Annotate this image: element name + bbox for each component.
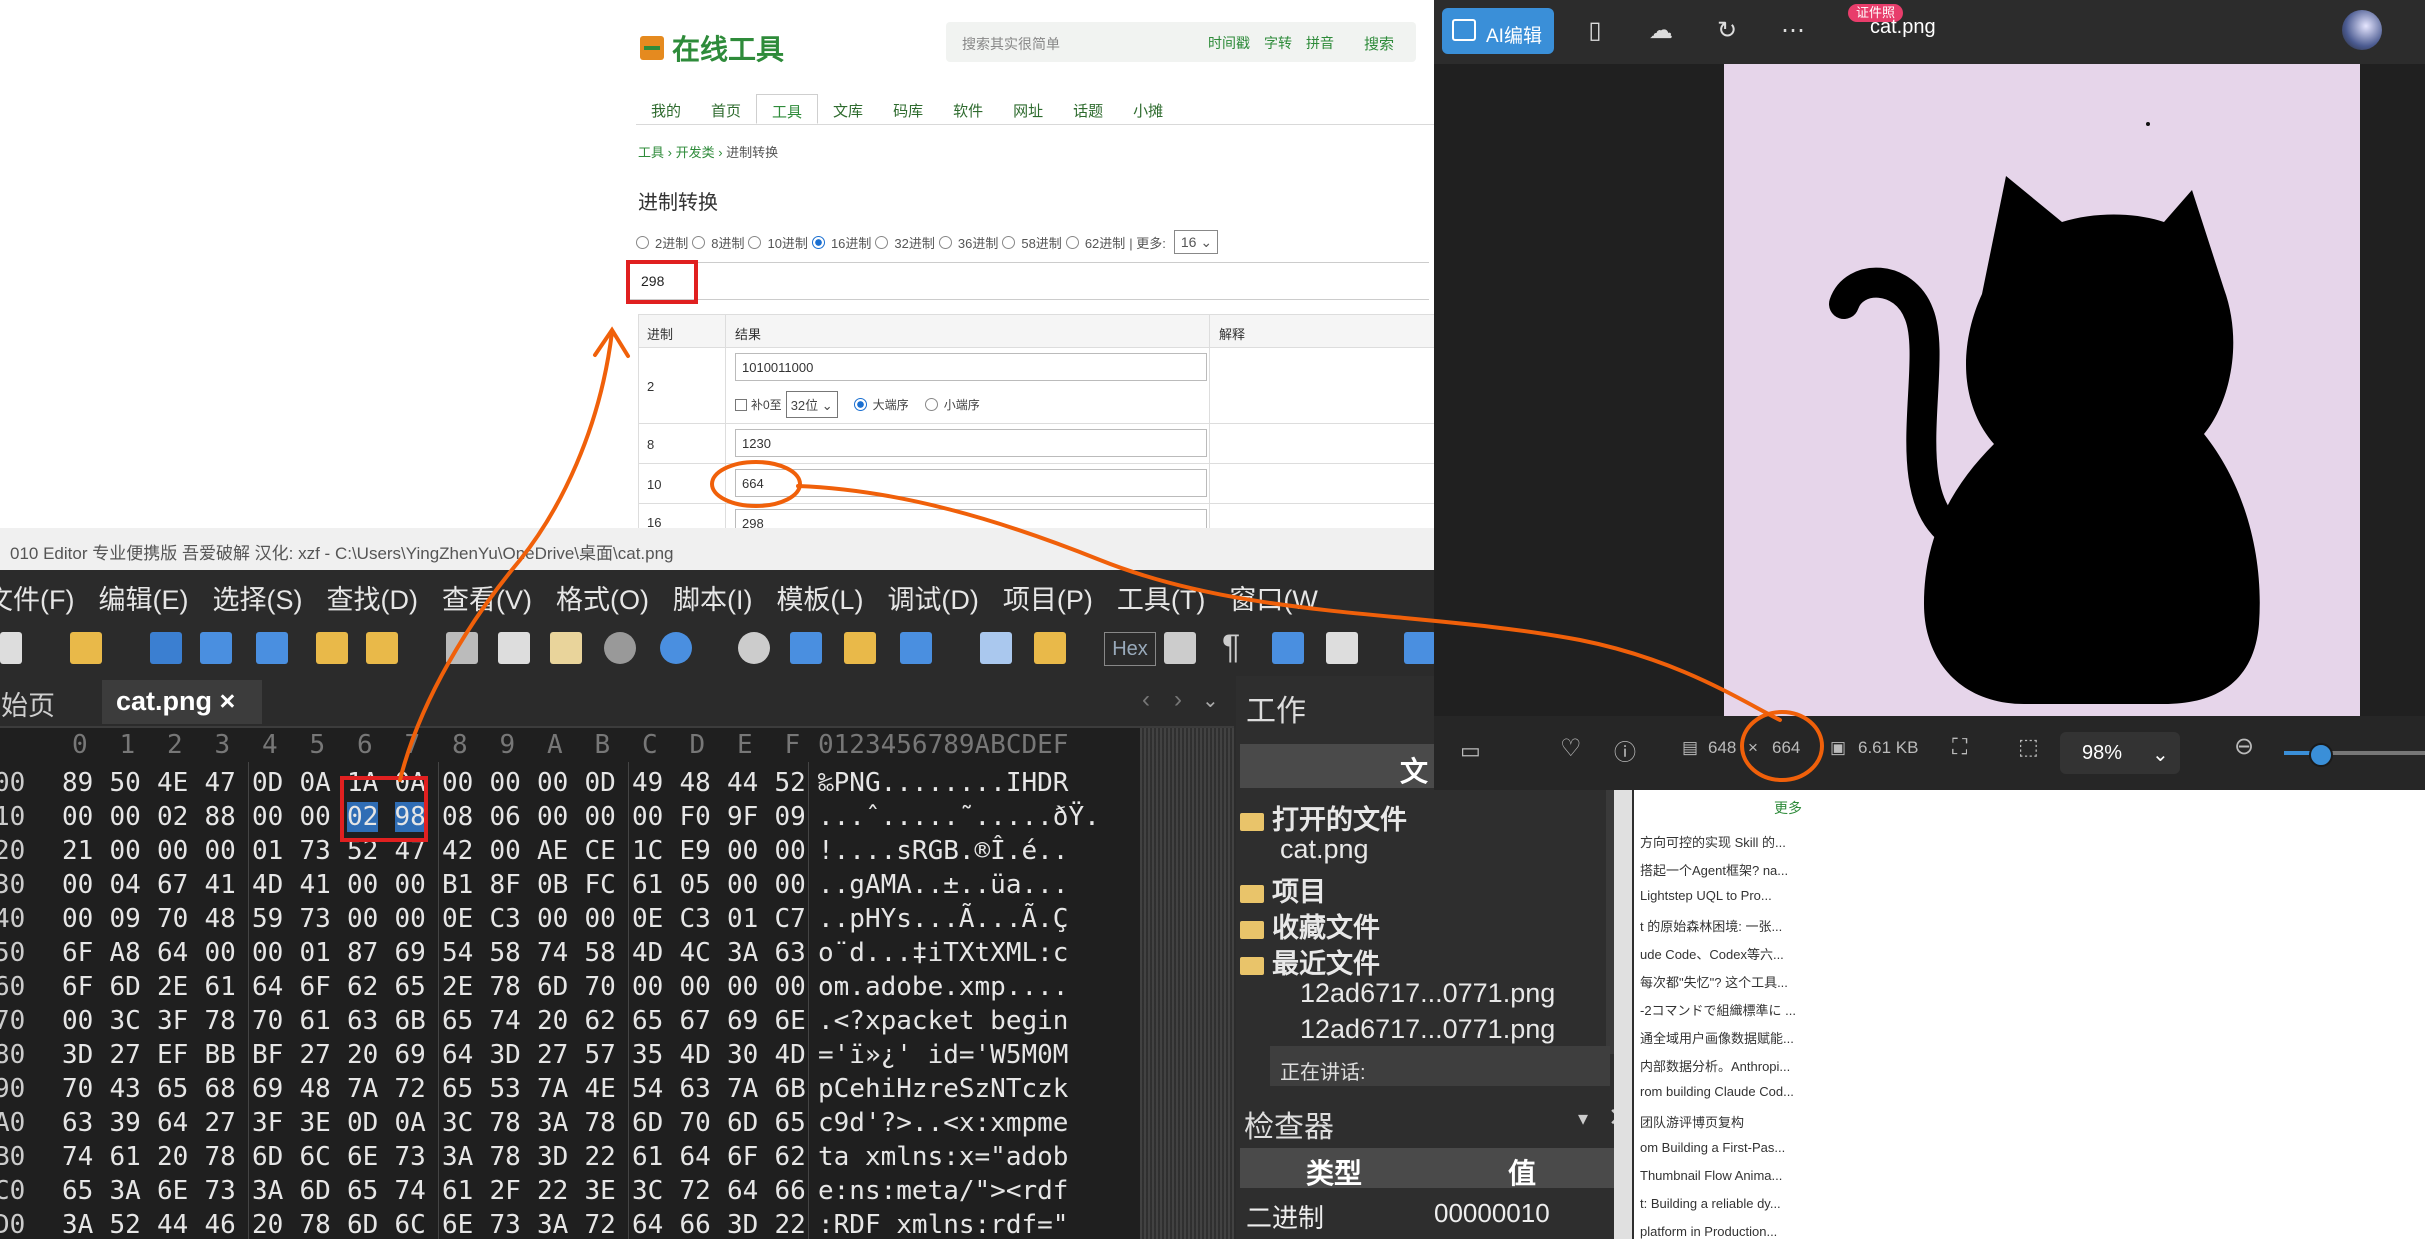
arrow-to-input <box>398 330 614 782</box>
connector-web-to-viewer <box>796 484 1782 722</box>
annotation-overlay <box>398 326 1824 782</box>
circle-664-web <box>710 460 802 508</box>
circle-664-viewer <box>1740 710 1824 782</box>
